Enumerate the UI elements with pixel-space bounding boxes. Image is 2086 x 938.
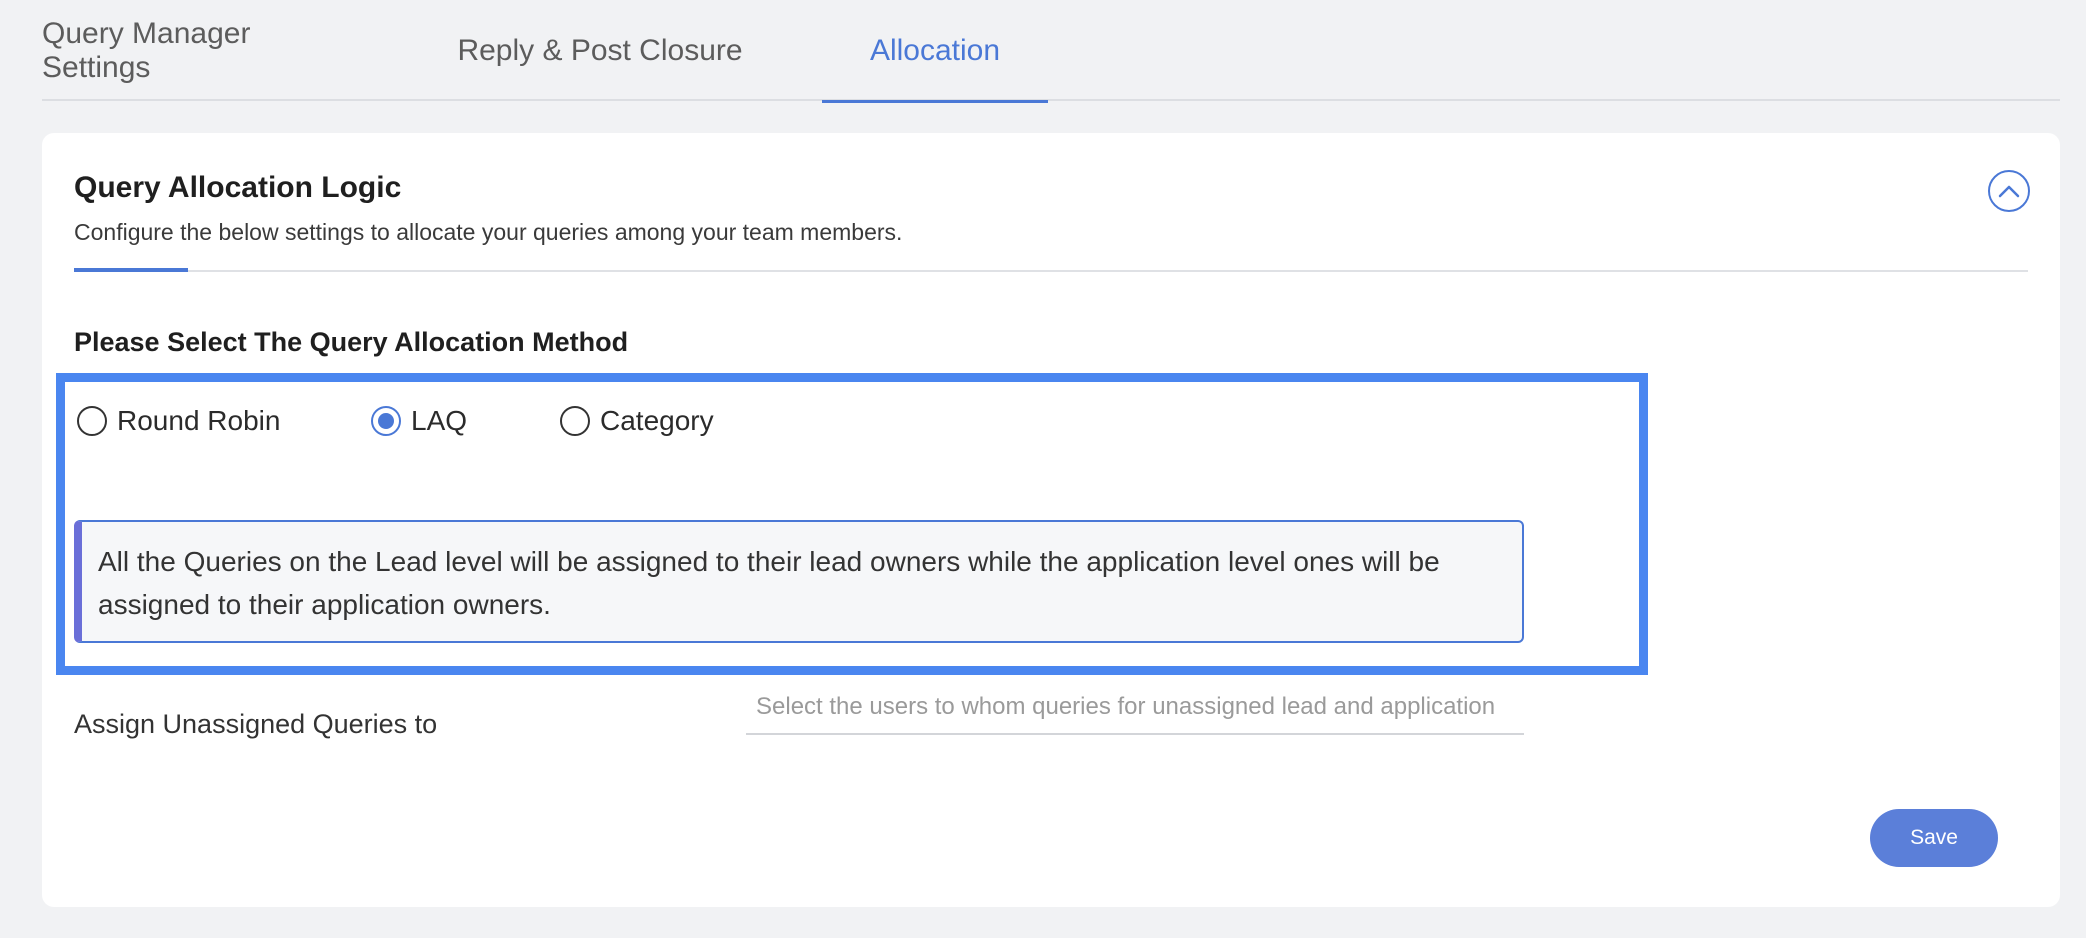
assign-unassigned-label: Assign Unassigned Queries to [74, 709, 438, 739]
save-button[interactable]: Save [1870, 809, 1998, 867]
radio-circle [560, 406, 590, 436]
radio-round-robin[interactable]: Round Robin [77, 401, 280, 441]
tab-bar: Query Manager Settings Reply & Post Clos… [42, 0, 2060, 103]
header-divider-accent [74, 268, 188, 272]
radio-circle [371, 406, 401, 436]
chevron-up-icon [1998, 185, 2020, 198]
card-subtitle: Configure the below settings to allocate… [74, 219, 903, 245]
tab-allocation[interactable]: Allocation [822, 0, 1048, 103]
radio-laq[interactable]: LAQ [371, 401, 467, 441]
radio-circle [77, 406, 107, 436]
collapse-button[interactable] [1988, 170, 2030, 212]
allocation-method-label: Please Select The Query Allocation Metho… [74, 327, 629, 357]
radio-category[interactable]: Category [560, 401, 714, 441]
tab-reply-post-closure[interactable]: Reply & Post Closure [452, 0, 748, 101]
radio-label: LAQ [411, 405, 468, 436]
tab-query-manager-settings[interactable]: Query Manager Settings [42, 0, 312, 101]
assign-users-input[interactable] [746, 689, 1524, 735]
radio-label: Category [600, 405, 714, 436]
allocation-info-box: All the Queries on the Lead level will b… [74, 520, 1524, 643]
card-title: Query Allocation Logic [74, 171, 402, 204]
allocation-card: Query Allocation Logic Configure the bel… [42, 133, 2060, 907]
header-divider [74, 270, 2028, 272]
radio-label: Round Robin [117, 405, 281, 436]
